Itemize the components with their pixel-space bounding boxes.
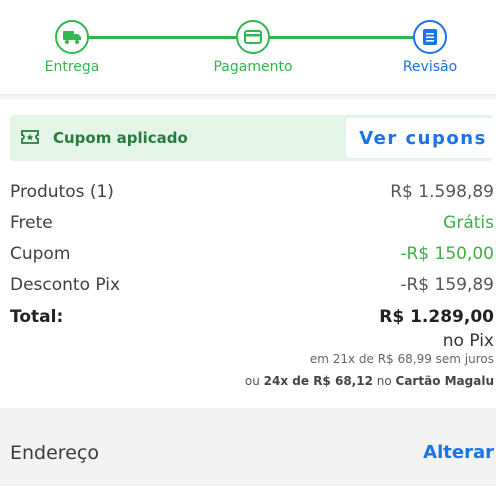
step-pagamento-label: Pagamento xyxy=(213,59,293,75)
shipping-label: Frete xyxy=(10,213,53,233)
step-pagamento[interactable]: Pagamento xyxy=(193,20,313,75)
step-revisao-label: Revisão xyxy=(402,59,458,75)
step-entrega-label: Entrega xyxy=(44,59,100,75)
total-label: Total: xyxy=(10,307,64,327)
summary-row-products: Produtos (1) R$ 1.598,89 xyxy=(10,182,494,206)
summary-row-pix-discount: Desconto Pix -R$ 159,89 xyxy=(10,275,494,299)
coupon-banner: Cupom aplicado Ver cupons xyxy=(10,115,496,161)
truck-icon xyxy=(62,29,82,45)
installments-text: em 21x de R$ 68,99 sem juros xyxy=(309,352,494,366)
card-middle: no xyxy=(376,374,392,388)
section-separator xyxy=(0,408,496,430)
products-label: Produtos (1) xyxy=(10,182,114,202)
pix-discount-value: -R$ 159,89 xyxy=(400,275,494,295)
step-entrega-circle xyxy=(55,20,89,54)
shipping-value: Grátis xyxy=(443,213,494,233)
coupon-discount-label: Cupom xyxy=(10,244,71,264)
coupon-applied-label: Cupom aplicado xyxy=(53,129,188,147)
total-pix-suffix: no Pix xyxy=(442,331,494,351)
address-section: Endereço Alterar xyxy=(0,430,496,486)
card-installments-line: ou 24x de R$ 68,12 no Cartão Magalu xyxy=(245,374,494,388)
pix-discount-label: Desconto Pix xyxy=(10,275,121,295)
address-title: Endereço xyxy=(10,442,99,464)
see-coupons-button[interactable]: Ver cupons xyxy=(346,118,496,158)
ticket-icon xyxy=(20,129,40,149)
total-value: R$ 1.289,00 xyxy=(379,307,494,327)
card-name: Cartão Magalu xyxy=(395,374,494,388)
summary-row-shipping: Frete Grátis xyxy=(10,213,494,237)
products-value: R$ 1.598,89 xyxy=(390,182,494,202)
step-entrega[interactable]: Entrega xyxy=(12,20,132,75)
coupon-discount-value: -R$ 150,00 xyxy=(400,244,494,264)
checkout-stepper: Entrega Pagamento Revisão xyxy=(0,0,496,94)
card-prefix: ou xyxy=(244,374,260,388)
step-revisao[interactable]: Revisão xyxy=(370,20,490,75)
list-icon xyxy=(422,28,438,46)
step-pagamento-circle xyxy=(236,20,270,54)
card-installments: 24x de R$ 68,12 xyxy=(263,374,373,388)
card-icon xyxy=(244,30,262,44)
bottom-area xyxy=(0,486,496,500)
summary-row-coupon: Cupom -R$ 150,00 xyxy=(10,244,494,268)
step-revisao-circle xyxy=(413,20,447,54)
change-address-link[interactable]: Alterar xyxy=(423,442,494,463)
summary-row-total: Total: R$ 1.289,00 xyxy=(10,307,494,331)
section-divider xyxy=(0,94,496,100)
